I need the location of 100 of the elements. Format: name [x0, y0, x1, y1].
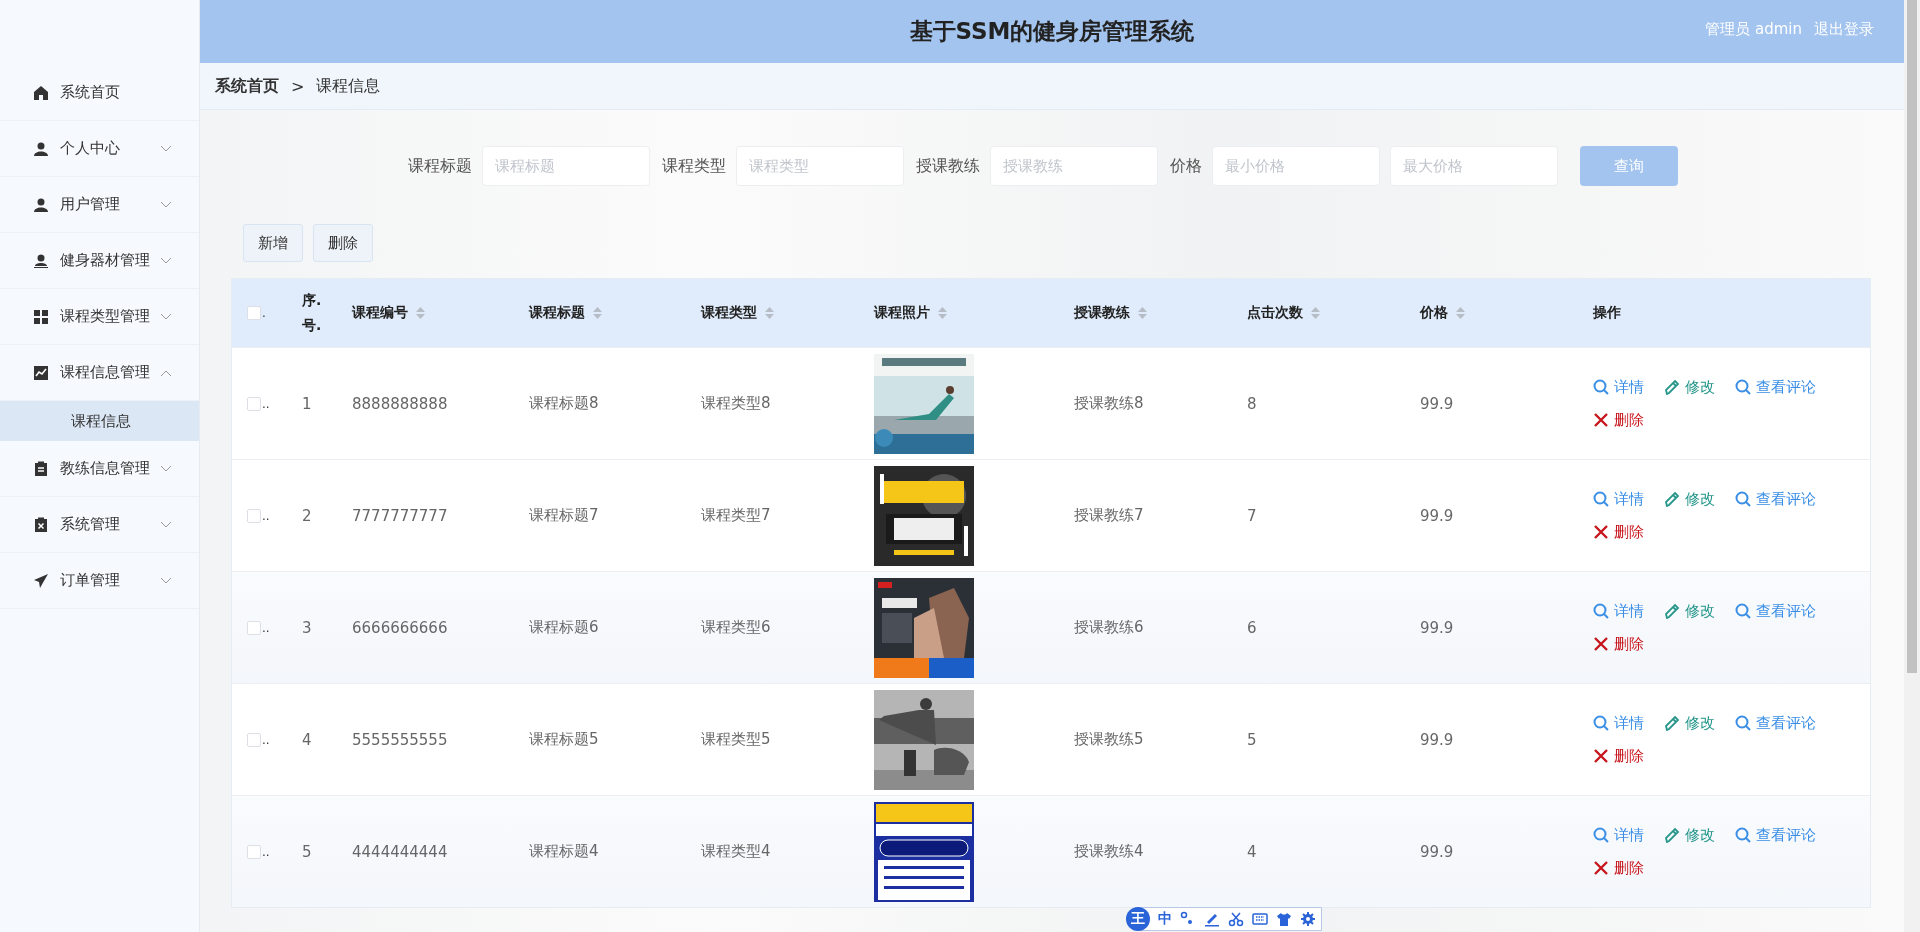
table-cell-text: 授课教练8: [1073, 394, 1145, 413]
delete-link[interactable]: 删除: [1593, 858, 1644, 878]
search-field[interactable]: 最大价格: [1390, 146, 1558, 186]
sidebar-item[interactable]: 用户管理: [0, 177, 199, 233]
sidebar-item[interactable]: 订单管理: [0, 553, 199, 609]
detail-link[interactable]: 详情: [1593, 377, 1644, 397]
sidebar-item[interactable]: 系统管理: [0, 497, 199, 553]
keyboard-icon[interactable]: [1252, 911, 1268, 927]
checkbox[interactable]: [247, 396, 261, 411]
delete-link[interactable]: 删除: [1593, 634, 1644, 654]
settings-icon[interactable]: [1300, 911, 1316, 927]
search-icon: [1593, 715, 1609, 731]
table-cell-text: 3: [301, 618, 313, 637]
table-cell-text: 课程标题4: [528, 842, 600, 861]
field-label: 课程类型: [662, 155, 726, 177]
table-cell-text: 授课教练4: [1073, 842, 1145, 861]
pen-icon[interactable]: [1204, 911, 1220, 927]
table-cell-text: 99.9: [1419, 394, 1455, 413]
comments-link[interactable]: 查看评论: [1735, 601, 1816, 621]
sidebar-subitem[interactable]: 课程信息: [0, 401, 199, 441]
comments-link[interactable]: 查看评论: [1735, 377, 1816, 397]
ime-logo[interactable]: 王: [1126, 907, 1150, 931]
table-cell-text: 1: [301, 394, 313, 413]
checkbox[interactable]: [247, 732, 261, 747]
column-header[interactable]: 点击次数: [1247, 304, 1303, 322]
edit-link[interactable]: 修改: [1664, 489, 1715, 509]
table-cell-text: 4444444444: [351, 842, 449, 861]
truncated-mark: ..: [262, 396, 270, 411]
sort-icon[interactable]: [416, 307, 425, 319]
detail-link[interactable]: 详情: [1593, 489, 1644, 509]
column-header[interactable]: 价格: [1420, 304, 1448, 322]
detail-link[interactable]: 详情: [1593, 713, 1644, 733]
checkbox[interactable]: [247, 306, 261, 320]
table-cell-text: 99.9: [1419, 842, 1455, 861]
table-cell-text: 授课教练5: [1073, 730, 1145, 749]
scissors-icon[interactable]: [1228, 911, 1244, 927]
delete-link[interactable]: 删除: [1593, 746, 1644, 766]
truncated-mark: ..: [262, 844, 270, 859]
sort-icon[interactable]: [593, 307, 602, 319]
sort-icon[interactable]: [938, 307, 947, 319]
sidebar-item[interactable]: 健身器材管理: [0, 233, 199, 289]
ime-mode[interactable]: 中: [1158, 910, 1172, 928]
checkbox[interactable]: [247, 844, 261, 859]
comments-link[interactable]: 查看评论: [1735, 713, 1816, 733]
column-header[interactable]: 课程照片: [874, 304, 930, 322]
sidebar-item[interactable]: 教练信息管理: [0, 441, 199, 497]
search-icon: [1593, 603, 1609, 619]
table-cell-text: 课程类型7: [700, 506, 772, 525]
checkbox[interactable]: [247, 508, 261, 523]
sidebar-item[interactable]: 系统首页: [0, 65, 199, 121]
user-name: 管理员 admin: [1705, 20, 1802, 39]
delete-link[interactable]: 删除: [1593, 410, 1644, 430]
comments-link[interactable]: 查看评论: [1735, 489, 1816, 509]
search-icon: [1735, 379, 1751, 395]
scrollbar-thumb[interactable]: [1907, 0, 1917, 673]
table-cell-text: 课程标题5: [528, 730, 600, 749]
close-icon: [1593, 412, 1609, 428]
edit-link[interactable]: 修改: [1664, 713, 1715, 733]
breadcrumb-item: 课程信息: [316, 75, 381, 97]
edit-link[interactable]: 修改: [1664, 825, 1715, 845]
shirt-icon[interactable]: [1276, 911, 1292, 927]
table-cell-text: 7777777777: [351, 506, 449, 525]
table-cell-text: 99.9: [1419, 506, 1455, 525]
checkbox[interactable]: [247, 620, 261, 635]
search-field[interactable]: 课程类型: [736, 146, 904, 186]
delete-link[interactable]: 删除: [1593, 522, 1644, 542]
table-cell-text: 7: [1246, 506, 1258, 525]
sort-icon[interactable]: [1456, 307, 1465, 319]
close-icon: [1593, 524, 1609, 540]
table-cell-text: 授课教练7: [1073, 506, 1145, 525]
column-header[interactable]: 课程类型: [701, 304, 757, 322]
table-cell-text: 课程类型4: [700, 842, 772, 861]
breadcrumb-item[interactable]: 系统首页: [215, 75, 279, 97]
breadcrumb-separator: >: [291, 76, 305, 96]
search-icon: [1593, 827, 1609, 843]
toolbar-button[interactable]: 删除: [313, 224, 373, 262]
sidebar-item[interactable]: 课程类型管理: [0, 289, 199, 345]
table-cell-text: 课程标题7: [528, 506, 600, 525]
comments-link[interactable]: 查看评论: [1735, 825, 1816, 845]
sidebar-item[interactable]: 个人中心: [0, 121, 199, 177]
column-header[interactable]: 课程编号: [352, 304, 408, 322]
user-icon: [33, 140, 49, 157]
sort-icon[interactable]: [1311, 307, 1320, 319]
table-cell-text: 5: [301, 842, 313, 861]
field-label: 授课教练: [916, 155, 980, 177]
truncated-mark: ..: [262, 620, 270, 635]
edit-link[interactable]: 修改: [1664, 377, 1715, 397]
search-field[interactable]: 最小价格: [1212, 146, 1380, 186]
detail-link[interactable]: 详情: [1593, 825, 1644, 845]
detail-link[interactable]: 详情: [1593, 601, 1644, 621]
edit-link[interactable]: 修改: [1664, 601, 1715, 621]
table-cell-text: 5555555555: [351, 730, 449, 749]
column-header[interactable]: 授课教练: [1074, 304, 1130, 322]
sort-icon[interactable]: [765, 307, 774, 319]
search-field[interactable]: 授课教练: [990, 146, 1158, 186]
search-field[interactable]: 课程标题: [482, 146, 650, 186]
toolbar-button[interactable]: 新增: [243, 224, 303, 262]
column-header[interactable]: 课程标题: [529, 304, 585, 322]
column-header: 操作: [1593, 304, 1621, 322]
sort-icon[interactable]: [1138, 307, 1147, 319]
